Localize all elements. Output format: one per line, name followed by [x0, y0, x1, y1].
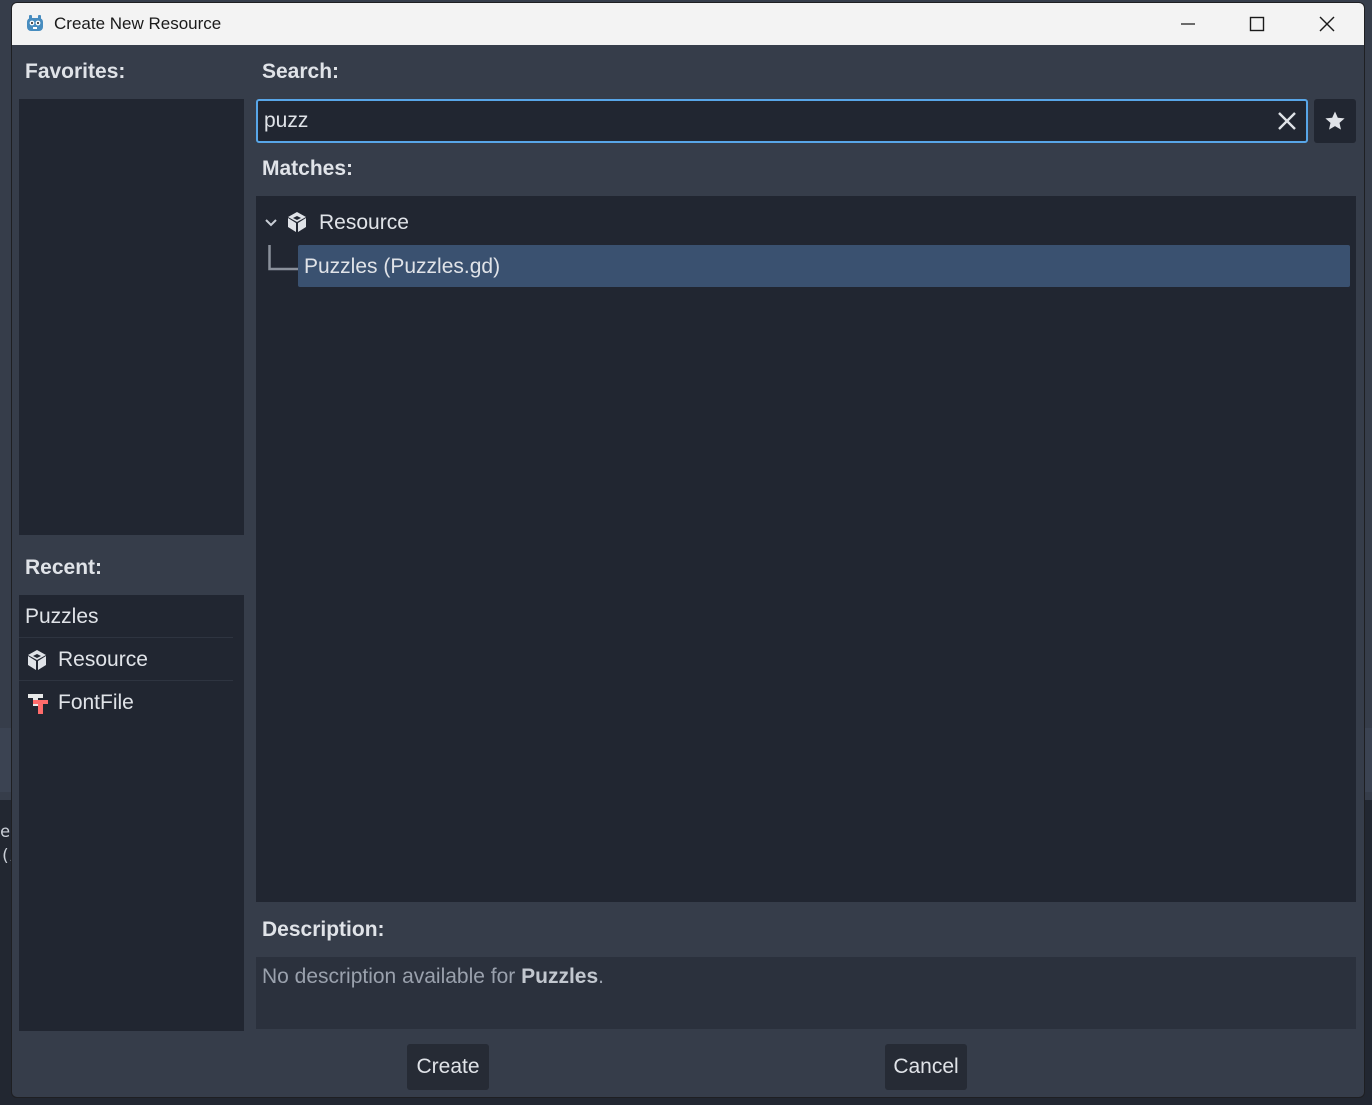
- favorites-list[interactable]: [19, 99, 244, 535]
- tree-item-puzzles[interactable]: Puzzles (Puzzles.gd): [298, 245, 1350, 287]
- search-label: Search:: [262, 60, 340, 83]
- description-name: Puzzles: [521, 965, 599, 988]
- matches-label: Matches:: [262, 157, 354, 180]
- recent-item-label: Resource: [58, 648, 148, 671]
- recent-item-puzzles[interactable]: Puzzles: [19, 595, 233, 638]
- minimize-button[interactable]: [1154, 3, 1222, 45]
- description-text: No description available for Puzzles.: [262, 965, 604, 989]
- description-label: Description:: [262, 918, 385, 941]
- resource-cube-icon: [288, 212, 306, 232]
- title-bar: Create New Resource: [12, 3, 1364, 45]
- clear-search-icon[interactable]: [1276, 110, 1298, 132]
- create-button[interactable]: Create: [407, 1044, 489, 1090]
- cancel-button[interactable]: Cancel: [885, 1044, 967, 1090]
- recent-label: Recent:: [25, 556, 103, 579]
- maximize-button[interactable]: [1223, 3, 1291, 45]
- godot-logo-icon: [27, 15, 43, 31]
- chevron-down-icon[interactable]: [264, 216, 278, 230]
- description-panel: No description available for Puzzles.: [256, 957, 1356, 1029]
- maximize-icon: [1249, 16, 1265, 32]
- close-icon: [1319, 16, 1335, 32]
- tree-item-resource[interactable]: Resource: [319, 211, 409, 235]
- recent-item-resource[interactable]: Resource: [19, 638, 233, 681]
- recent-list[interactable]: Puzzles Resource FontFile: [19, 595, 244, 1031]
- tree-connector: [268, 245, 298, 271]
- description-prefix: No description available for: [262, 965, 522, 988]
- close-button[interactable]: [1293, 3, 1361, 45]
- star-icon: [1325, 111, 1345, 130]
- matches-tree[interactable]: [256, 196, 1356, 902]
- font-file-icon: [28, 694, 48, 714]
- recent-item-fontfile[interactable]: FontFile: [19, 681, 233, 723]
- recent-item-label: FontFile: [58, 691, 134, 714]
- minimize-icon: [1181, 23, 1195, 25]
- recent-item-label: Puzzles: [25, 605, 99, 628]
- search-field[interactable]: [256, 99, 1308, 143]
- create-resource-dialog: Create New Resource Favorites: Recent: P…: [11, 2, 1365, 1098]
- window-title: Create New Resource: [54, 14, 222, 33]
- favorites-label: Favorites:: [25, 60, 126, 83]
- search-input[interactable]: [264, 101, 1254, 141]
- description-suffix: .: [598, 965, 605, 988]
- tree-item-label: Puzzles (Puzzles.gd): [304, 255, 501, 278]
- resource-cube-icon: [28, 650, 46, 670]
- toggle-favorite-button[interactable]: [1314, 99, 1356, 143]
